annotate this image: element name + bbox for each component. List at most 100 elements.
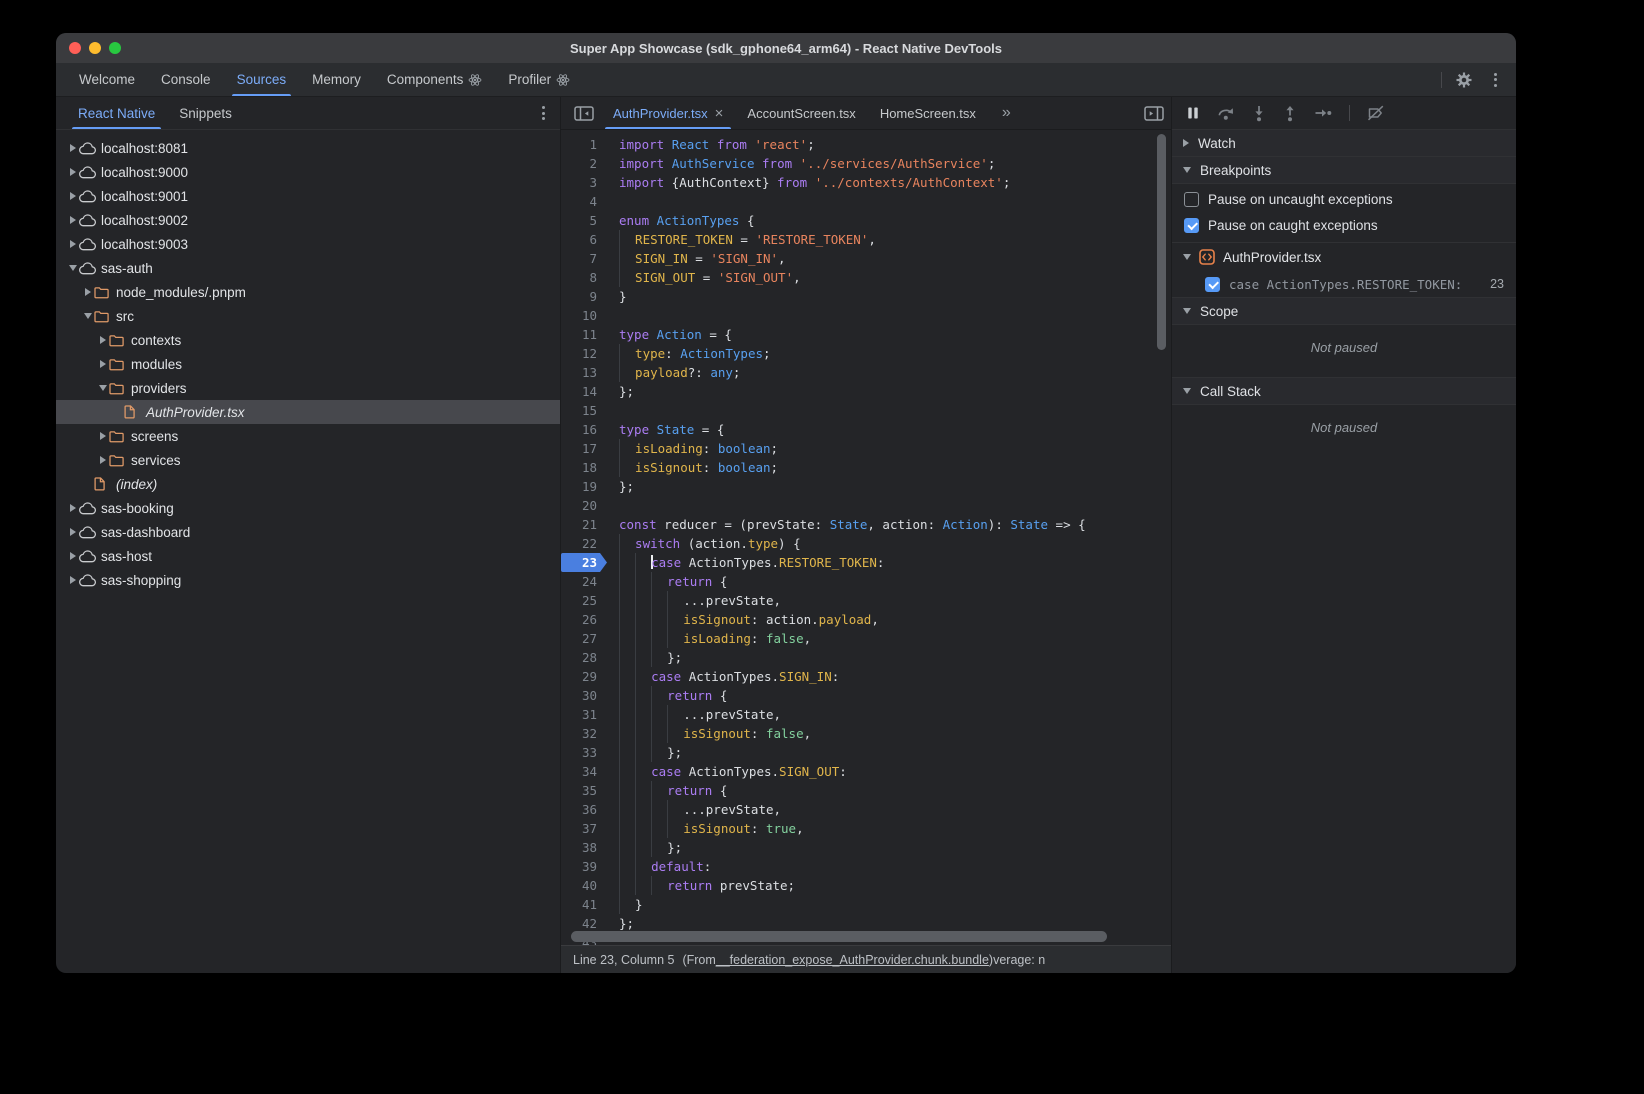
gutter-line-number[interactable]: 25 [561,591,607,610]
gutter-line-number[interactable]: 4 [561,192,607,211]
code-line-text[interactable]: import AuthService from '../services/Aut… [619,154,1171,173]
code-line-text[interactable]: isLoading: false, [619,629,1171,648]
expander-open-icon[interactable] [81,313,94,319]
settings-gear-icon[interactable] [1452,68,1476,92]
code-line-text[interactable]: }; [619,477,1171,496]
navigator-more-options-kebab-icon[interactable] [534,104,552,122]
code-line-text[interactable]: isSignout: boolean; [619,458,1171,477]
gutter-line-number[interactable]: 6 [561,230,607,249]
tree-item-sas-dashboard[interactable]: sas-dashboard [56,520,560,544]
gutter-line-number[interactable]: 11 [561,325,607,344]
gutter-line-number[interactable]: 30 [561,686,607,705]
code-line-text[interactable]: enum ActionTypes { [619,211,1171,230]
watch-section-header[interactable]: Watch [1172,130,1516,157]
checkbox-checked[interactable] [1205,277,1220,292]
tree-item-src[interactable]: src [56,304,560,328]
tab-console[interactable]: Console [148,63,224,96]
source-bundle-link[interactable]: __federation_expose_AuthProvider.chunk.b… [716,953,989,967]
expander-open-icon[interactable] [66,265,79,271]
expander-closed-icon[interactable] [96,360,109,368]
gutter-line-number[interactable]: 26 [561,610,607,629]
expander-closed-icon[interactable] [66,576,79,584]
window-minimize-button[interactable] [89,42,101,54]
tab-welcome[interactable]: Welcome [66,63,148,96]
gutter-line-number[interactable]: 36 [561,800,607,819]
code-line-text[interactable]: isSignout: action.payload, [619,610,1171,629]
gutter-line-number[interactable]: 24 [561,572,607,591]
code-line-text[interactable] [619,401,1171,420]
expander-closed-icon[interactable] [66,144,79,152]
tree-item-contexts[interactable]: contexts [56,328,560,352]
tree-item-localhost-9003[interactable]: localhost:9003 [56,232,560,256]
code-line-text[interactable]: }; [619,838,1171,857]
tab-profiler[interactable]: Profiler [495,63,583,96]
expander-closed-icon[interactable] [96,432,109,440]
editor-tab-accountscreen-tsx[interactable]: AccountScreen.tsx [735,97,867,129]
gutter-line-number[interactable]: 41 [561,895,607,914]
code-line-text[interactable]: SIGN_OUT = 'SIGN_OUT', [619,268,1171,287]
step-icon[interactable] [1314,106,1332,120]
code-line-text[interactable]: isSignout: false, [619,724,1171,743]
window-close-button[interactable] [69,42,81,54]
gutter-line-number[interactable]: 1 [561,135,607,154]
toggle-debugger-panel-icon[interactable] [1137,97,1171,129]
editor-tab-homescreen-tsx[interactable]: HomeScreen.tsx [868,97,988,129]
code-line-text[interactable]: const reducer = (prevState: State, actio… [619,515,1171,534]
window-maximize-button[interactable] [109,42,121,54]
tree-item-localhost-9000[interactable]: localhost:9000 [56,160,560,184]
gutter-line-number[interactable]: 7 [561,249,607,268]
code-line-text[interactable]: SIGN_IN = 'SIGN_IN', [619,249,1171,268]
code-line-text[interactable]: }; [619,382,1171,401]
gutter-line-number[interactable]: 39 [561,857,607,876]
code-line-text[interactable]: } [619,287,1171,306]
expander-open-icon[interactable] [96,385,109,391]
execution-line-number[interactable]: 23 [561,553,607,572]
code-line-text[interactable]: isSignout: true, [619,819,1171,838]
gutter-line-number[interactable]: 13 [561,363,607,382]
code-line-text[interactable]: import React from 'react'; [619,135,1171,154]
expander-closed-icon[interactable] [66,552,79,560]
code-line-text[interactable]: type State = { [619,420,1171,439]
code-editor[interactable]: 1 import React from 'react'; 2 import AuthS… [561,130,1171,945]
code-line-text[interactable]: case ActionTypes.RESTORE_TOKEN: [619,553,1171,572]
gutter-line-number[interactable]: 28 [561,648,607,667]
code-line-text[interactable] [619,192,1171,211]
editor-horizontal-scrollbar[interactable] [571,931,1107,942]
expander-closed-icon[interactable] [96,456,109,464]
gutter-line-number[interactable]: 5 [561,211,607,230]
code-line-text[interactable]: default: [619,857,1171,876]
tree-item-screens[interactable]: screens [56,424,560,448]
scope-section-header[interactable]: Scope [1172,298,1516,325]
breakpoints-section-header[interactable]: Breakpoints [1172,157,1516,184]
gutter-line-number[interactable]: 20 [561,496,607,515]
gutter-line-number[interactable]: 19 [561,477,607,496]
code-line-text[interactable]: return { [619,686,1171,705]
gutter-line-number[interactable]: 16 [561,420,607,439]
gutter-line-number[interactable]: 17 [561,439,607,458]
close-icon[interactable]: × [715,106,724,121]
call-stack-section-header[interactable]: Call Stack [1172,377,1516,405]
breakpoint-entry-row[interactable]: case ActionTypes.RESTORE_TOKEN:23 [1172,271,1516,298]
navigator-tab-snippets[interactable]: Snippets [167,97,244,129]
gutter-line-number[interactable]: 2 [561,154,607,173]
code-line-text[interactable]: ...prevState, [619,800,1171,819]
step-out-icon[interactable] [1283,105,1297,122]
tab-sources[interactable]: Sources [224,63,300,96]
collapse-navigator-panel-icon[interactable] [567,97,601,129]
gutter-line-number[interactable]: 10 [561,306,607,325]
gutter-line-number[interactable]: 38 [561,838,607,857]
code-line-text[interactable]: ...prevState, [619,591,1171,610]
expander-closed-icon[interactable] [66,528,79,536]
window-titlebar[interactable]: Super App Showcase (sdk_gphone64_arm64) … [56,33,1516,63]
expander-closed-icon[interactable] [81,288,94,296]
tree-item-localhost-9002[interactable]: localhost:9002 [56,208,560,232]
gutter-line-number[interactable]: 32 [561,724,607,743]
gutter-line-number[interactable]: 34 [561,762,607,781]
gutter-line-number[interactable]: 33 [561,743,607,762]
code-line-text[interactable] [619,306,1171,325]
code-line-text[interactable]: RESTORE_TOKEN = 'RESTORE_TOKEN', [619,230,1171,249]
gutter-line-number[interactable]: 15 [561,401,607,420]
code-line-text[interactable]: } [619,895,1171,914]
code-line-text[interactable]: return prevState; [619,876,1171,895]
more-tabs-chevrons-icon[interactable]: » [988,97,1026,129]
